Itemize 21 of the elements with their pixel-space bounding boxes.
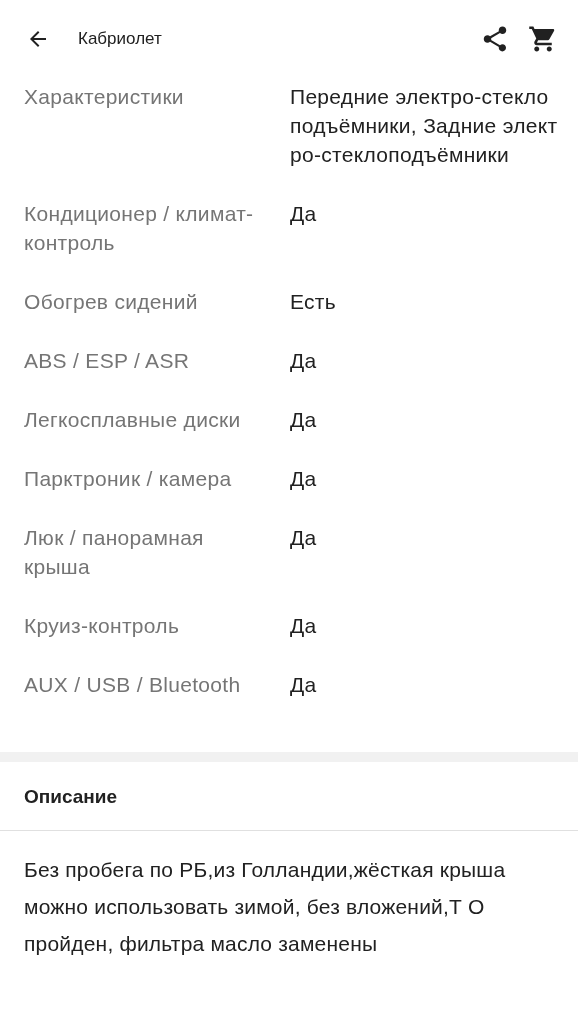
description-text: Без пробега по РБ,из Голландии,жёсткая крыша можно использовать зимой, без вложений,Т О пройден, фильтра масло заменены: [23, 857, 507, 957]
spec-label: Характеристики: [24, 84, 185, 110]
spec-label: Круиз-контроль: [24, 613, 181, 639]
spec-value: Есть: [290, 289, 338, 315]
spec-label: AUX / USB / Bluetooth: [24, 672, 242, 698]
spec-label: ABS / ESP / ASR: [24, 348, 191, 374]
spec-label: Парктроник / камера: [24, 466, 233, 492]
spec-value: Передние электро-стеклоподъёмники, Задние электро-стеклоподъёмники: [290, 84, 559, 168]
spec-label: Люк / панорамная крыша: [24, 525, 205, 580]
spec-value: Да: [290, 613, 318, 639]
spec-value: Да: [290, 466, 318, 492]
page-title: Кабриолет: [78, 29, 163, 49]
spec-label: Кондиционер / климат-контроль: [24, 201, 255, 256]
spec-value: Да: [290, 348, 318, 374]
spec-value: Да: [290, 672, 318, 698]
spec-value: Да: [290, 525, 318, 551]
spec-label: Легкосплавные диски: [24, 407, 242, 433]
section-title: Описание: [23, 785, 119, 809]
spec-label: Обогрев сидений: [24, 289, 199, 315]
spec-value: Да: [290, 407, 318, 433]
spec-value: Да: [290, 201, 318, 227]
